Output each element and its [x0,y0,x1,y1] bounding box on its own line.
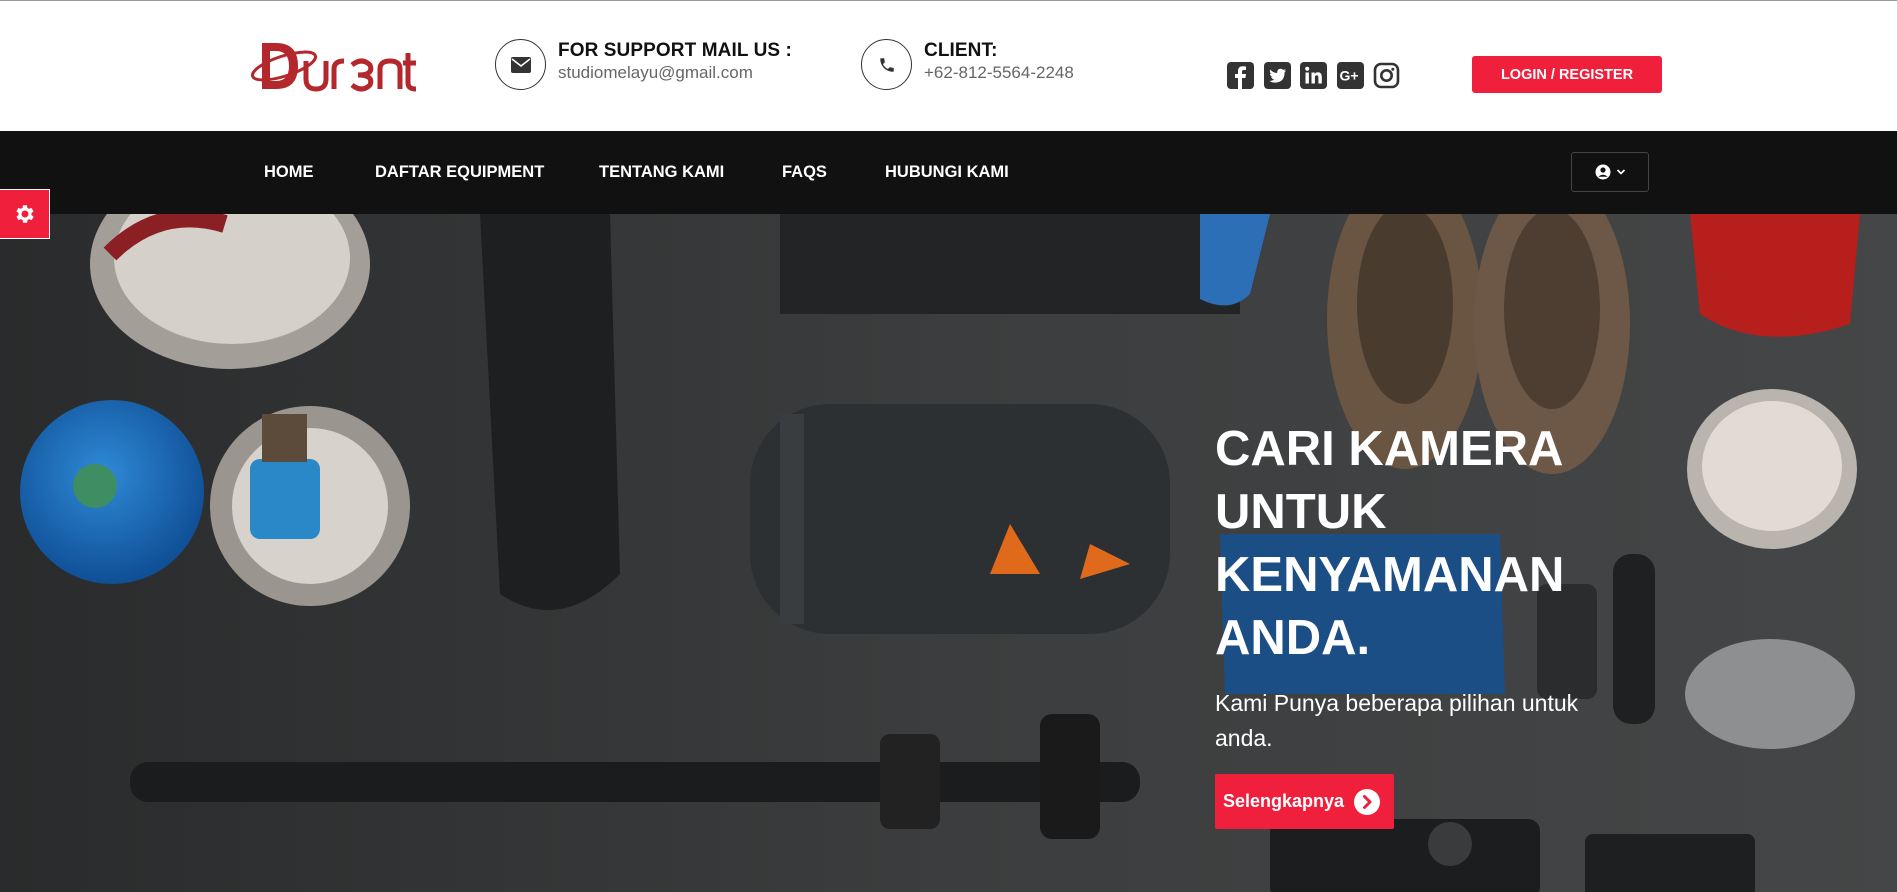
linkedin-icon[interactable] [1300,62,1327,89]
nav-item-hubungi-kami[interactable]: HUBUNGI KAMI [885,163,1009,182]
user-menu-dropdown[interactable] [1571,152,1649,192]
hero-title: CARI KAMERA UNTUK KENYAMANAN ANDA. [1215,422,1565,665]
support-mail-title: FOR SUPPORT MAIL US : [558,40,792,61]
selengkapnya-label: Selengkapnya [1223,791,1345,811]
instagram-icon[interactable] [1373,62,1400,89]
client-phone-block: CLIENT: +62-812-5564-2248 [861,39,1074,90]
twitter-icon[interactable] [1263,62,1291,89]
site-logo[interactable] [246,35,422,95]
support-mail-block: FOR SUPPORT MAIL US : studiomelayu@gmail… [495,39,792,90]
selengkapnya-button[interactable]: Selengkapnya [1215,774,1394,829]
client-phone-value[interactable]: +62-812-5564-2248 [924,62,1074,84]
nav-item-tentang-kami[interactable]: TENTANG KAMI [599,163,724,182]
top-header: FOR SUPPORT MAIL US : studiomelayu@gmail… [0,0,1897,131]
phone-icon [861,39,912,90]
envelope-icon [495,39,546,90]
settings-toggle-button[interactable] [0,189,50,239]
login-register-button[interactable]: LOGIN / REGISTER [1472,56,1662,93]
nav-item-daftar-equipment[interactable]: DAFTAR EQUIPMENT [375,163,544,182]
chevron-right-circle-icon [1354,788,1381,815]
hero-background-image [0,214,1897,892]
main-navigation: HOME DAFTAR EQUIPMENT TENTANG KAMI FAQS … [0,131,1897,214]
client-title: CLIENT: [924,40,998,61]
svg-text:G+: G+ [1339,68,1358,84]
nav-item-home[interactable]: HOME [264,163,314,182]
google-plus-icon[interactable]: G+ [1336,62,1364,89]
gear-icon [15,205,34,223]
facebook-icon[interactable] [1227,62,1254,89]
hero-banner: CARI KAMERA UNTUK KENYAMANAN ANDA. Kami … [0,214,1897,892]
nav-item-faqs[interactable]: FAQS [782,163,827,182]
user-circle-icon [1595,164,1610,180]
hero-subtitle: Kami Punya beberapa pilihan untuk anda. [1215,690,1579,751]
support-mail-value[interactable]: studiomelayu@gmail.com [558,62,792,84]
social-links: G+ [1227,62,1410,89]
chevron-down-icon [1616,169,1625,175]
